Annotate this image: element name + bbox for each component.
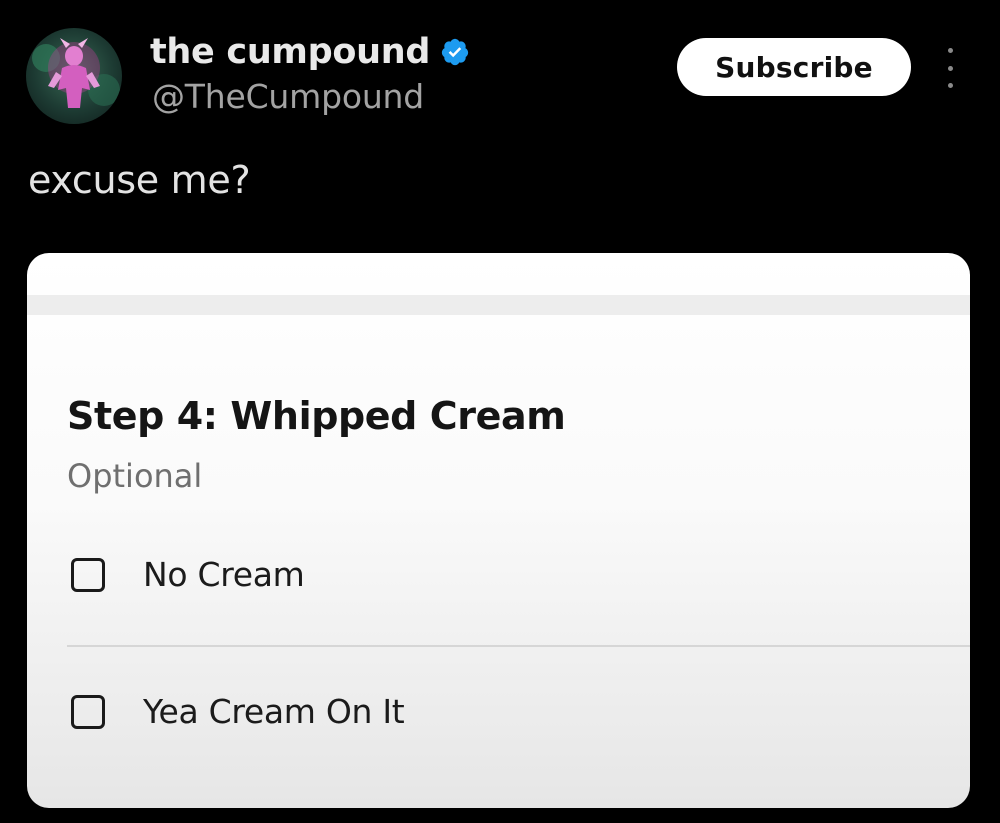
avatar-image	[32, 38, 120, 108]
subscribe-button[interactable]: Subscribe	[677, 38, 911, 96]
verified-badge-icon	[441, 38, 469, 66]
embedded-screenshot-card[interactable]: Step 4: Whipped Cream Optional No Cream …	[27, 253, 970, 808]
card-header-band	[27, 295, 970, 315]
author-handle[interactable]: @TheCumpound	[152, 77, 424, 116]
step-title: Step 4: Whipped Cream	[67, 394, 566, 438]
post-text: excuse me?	[28, 158, 251, 202]
option-label: Yea Cream On It	[143, 692, 405, 731]
author-display-name[interactable]: the cumpound	[150, 32, 430, 72]
author-name-row[interactable]: the cumpound	[150, 30, 470, 74]
more-options-button[interactable]	[938, 48, 962, 88]
option-no-cream[interactable]: No Cream	[71, 555, 305, 594]
option-label: No Cream	[143, 555, 305, 594]
vertical-ellipsis-icon-dot	[947, 83, 953, 88]
option-yea-cream[interactable]: Yea Cream On It	[71, 692, 405, 731]
vertical-ellipsis-icon-dot	[947, 65, 953, 71]
step-subtitle: Optional	[67, 457, 203, 495]
avatar[interactable]	[26, 28, 122, 124]
vertical-ellipsis-icon	[947, 48, 953, 53]
checkbox-unchecked-icon[interactable]	[71, 557, 105, 592]
option-divider	[67, 645, 970, 647]
checkbox-unchecked-icon[interactable]	[71, 694, 105, 729]
